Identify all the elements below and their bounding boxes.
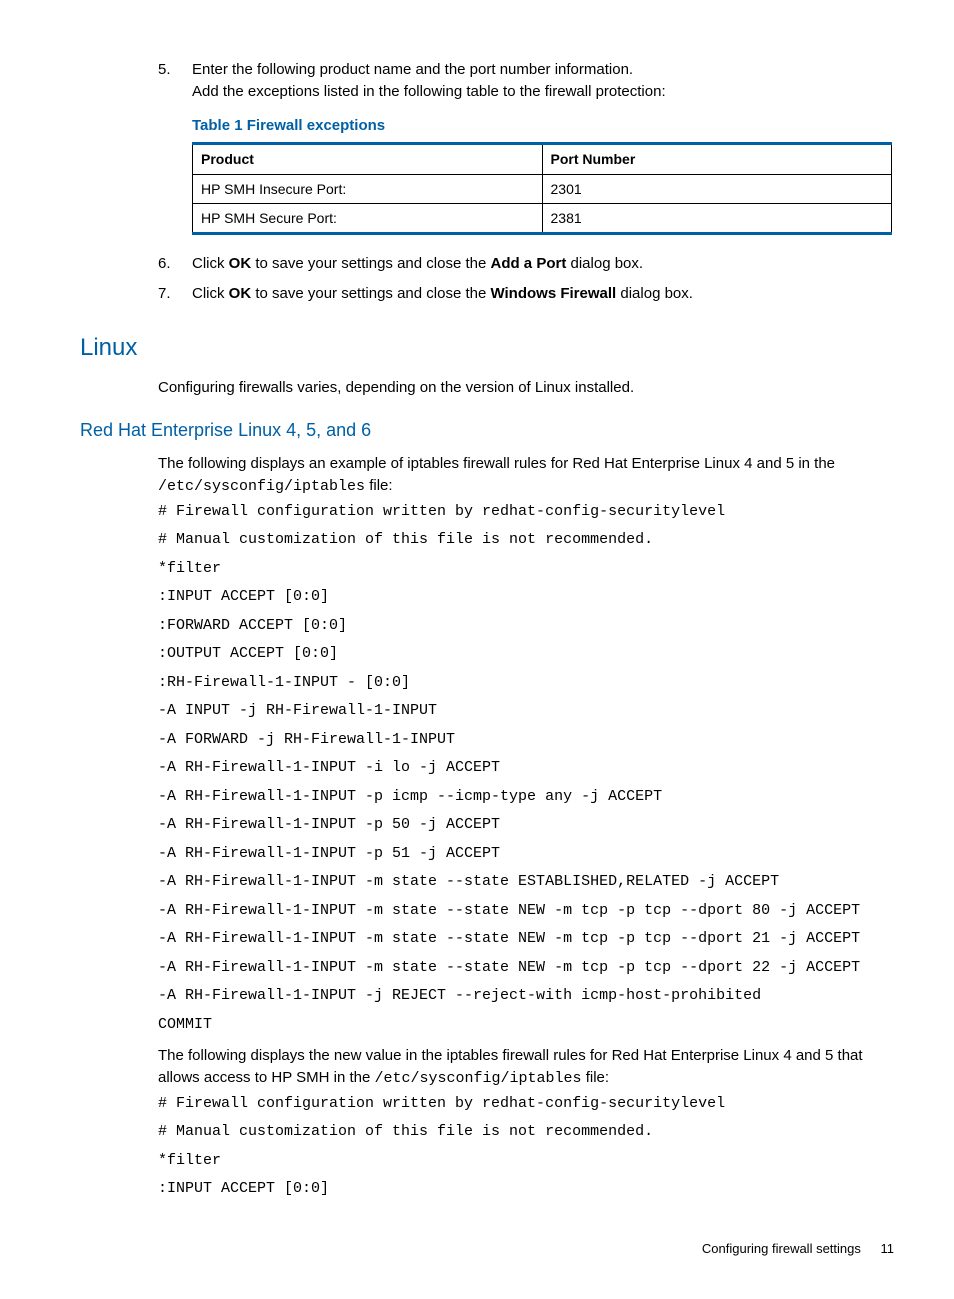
- footer-text: Configuring firewall settings: [702, 1241, 861, 1256]
- step-5: 5. Enter the following product name and …: [158, 59, 894, 245]
- step-6-body: Click OK to save your settings and close…: [192, 253, 894, 275]
- text: file:: [582, 1069, 610, 1086]
- text: Click: [192, 255, 229, 272]
- cell-product: HP SMH Insecure Port:: [193, 174, 543, 203]
- text: to save your settings and close the: [251, 255, 490, 272]
- text: file:: [365, 477, 393, 494]
- step-5-line2: Add the exceptions listed in the followi…: [192, 81, 894, 103]
- rhel-intro: The following displays an example of ipt…: [158, 453, 894, 498]
- footer-page-number: 11: [881, 1241, 895, 1256]
- text: The following displays an example of ipt…: [158, 455, 835, 472]
- table-row: HP SMH Insecure Port: 2301: [193, 174, 892, 203]
- th-port: Port Number: [542, 144, 892, 174]
- text: dialog box.: [616, 285, 693, 302]
- step-6-number: 6.: [158, 253, 192, 275]
- th-product: Product: [193, 144, 543, 174]
- linux-intro: Configuring firewalls varies, depending …: [158, 377, 894, 399]
- step-5-line1: Enter the following product name and the…: [192, 59, 894, 81]
- path-code: /etc/sysconfig/iptables: [374, 1070, 581, 1087]
- dialog-name: Windows Firewall: [490, 285, 616, 302]
- page-footer: Configuring firewall settings 11: [80, 1240, 894, 1259]
- step-5-number: 5.: [158, 59, 192, 245]
- table-caption: Table 1 Firewall exceptions: [192, 115, 894, 137]
- dialog-name: Add a Port: [490, 255, 566, 272]
- iptables-code-1: # Firewall configuration written by redh…: [158, 498, 894, 1040]
- step-5-body: Enter the following product name and the…: [192, 59, 894, 245]
- step-7-body: Click OK to save your settings and close…: [192, 283, 894, 305]
- ok-text: OK: [229, 285, 252, 302]
- step-7: 7. Click OK to save your settings and cl…: [158, 283, 894, 305]
- path-code: /etc/sysconfig/iptables: [158, 478, 365, 495]
- text: to save your settings and close the: [251, 285, 490, 302]
- step-7-number: 7.: [158, 283, 192, 305]
- step-6: 6. Click OK to save your settings and cl…: [158, 253, 894, 275]
- table-row: HP SMH Secure Port: 2381: [193, 203, 892, 233]
- rhel-mid: The following displays the new value in …: [158, 1045, 894, 1090]
- heading-rhel: Red Hat Enterprise Linux 4, 5, and 6: [80, 417, 894, 443]
- cell-product: HP SMH Secure Port:: [193, 203, 543, 233]
- text: dialog box.: [566, 255, 643, 272]
- text: Click: [192, 285, 229, 302]
- cell-port: 2301: [542, 174, 892, 203]
- ok-text: OK: [229, 255, 252, 272]
- heading-linux: Linux: [80, 331, 894, 366]
- firewall-exceptions-table: Product Port Number HP SMH Insecure Port…: [192, 142, 892, 235]
- iptables-code-2: # Firewall configuration written by redh…: [158, 1090, 894, 1204]
- cell-port: 2381: [542, 203, 892, 233]
